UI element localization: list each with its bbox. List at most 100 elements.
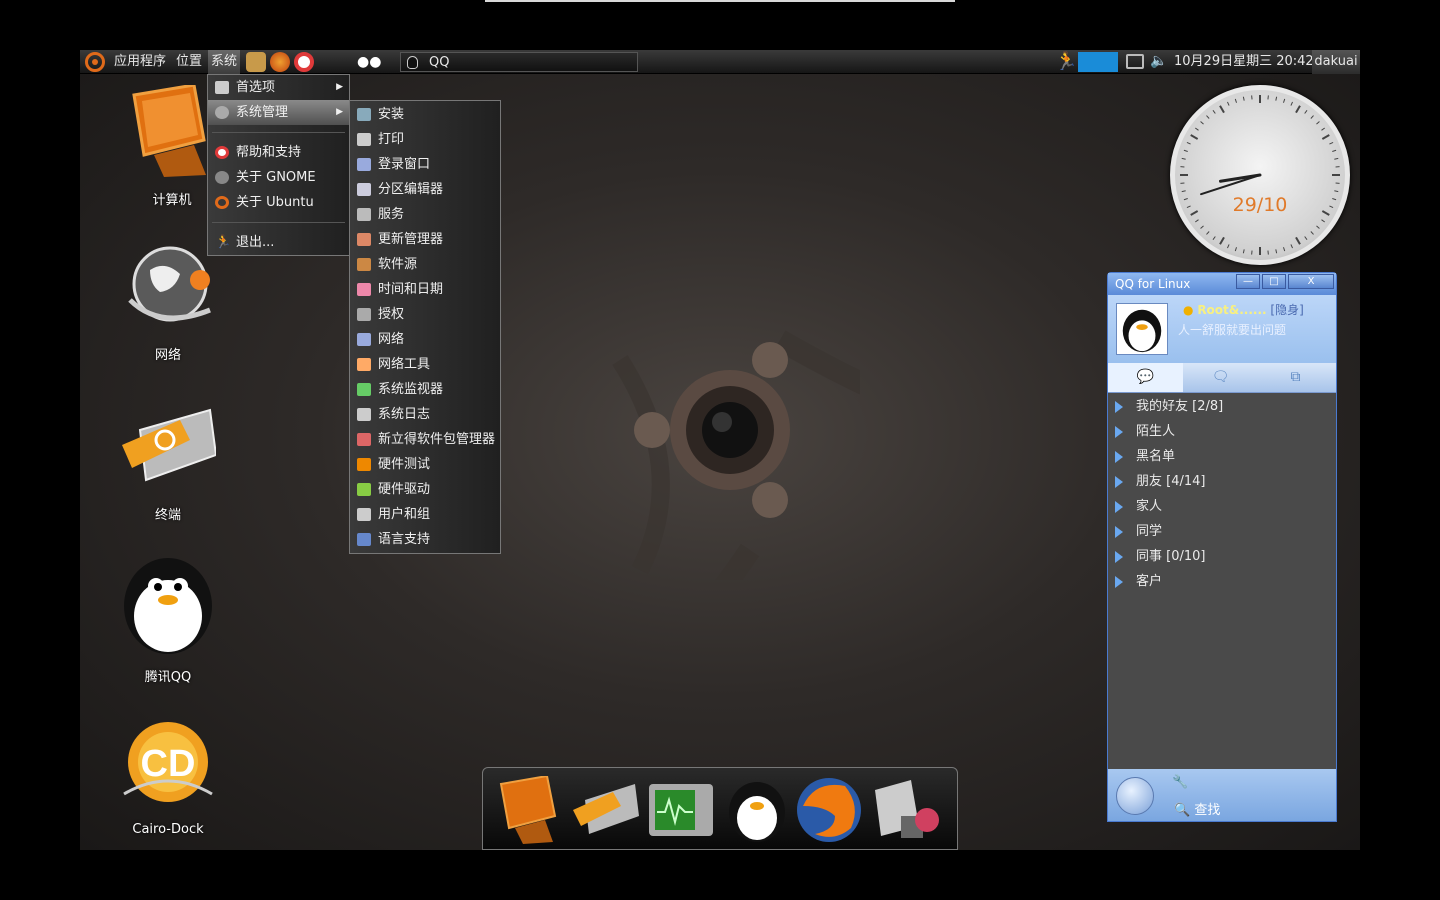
ubuntu-logo-icon[interactable]: [85, 52, 105, 72]
menu-item-admin[interactable]: 打印: [350, 127, 500, 152]
help-icon: [215, 146, 229, 159]
menu-item-admin[interactable]: 软件源: [350, 252, 500, 277]
desktop-icon-qq[interactable]: 腾讯QQ: [113, 550, 223, 685]
status-text[interactable]: [隐身]: [1270, 303, 1303, 317]
panel-clock[interactable]: 10月29日星期三 20:42: [1174, 50, 1314, 74]
dock-qq-icon[interactable]: [723, 776, 791, 844]
desktop-icon-label: 腾讯QQ: [144, 670, 192, 685]
login-window-icon: [357, 158, 371, 171]
menu-system[interactable]: 系统: [208, 50, 241, 74]
list-item[interactable]: 陌生人: [1108, 419, 1336, 444]
search-button[interactable]: 🔍 查找: [1174, 799, 1220, 818]
system-monitor-icon: [357, 383, 371, 396]
menu-item-help[interactable]: 帮助和支持: [208, 140, 349, 165]
printer-icon: [357, 133, 371, 146]
qq-bottom-bar: 🔧 🔍 查找: [1108, 769, 1336, 821]
clock-tick: [1310, 231, 1314, 235]
dock-computer-icon[interactable]: [495, 776, 563, 844]
avatar[interactable]: [1116, 303, 1168, 355]
menu-item-admin[interactable]: 登录窗口: [350, 152, 500, 177]
help-launcher-icon[interactable]: [294, 52, 314, 72]
menu-item-admin[interactable]: 分区编辑器: [350, 177, 500, 202]
list-item[interactable]: 黑名单: [1108, 444, 1336, 469]
expand-arrow-icon[interactable]: [1115, 426, 1123, 438]
menu-places[interactable]: 位置: [173, 50, 205, 74]
qq-signature[interactable]: 人一舒服就要出问题: [1178, 321, 1286, 338]
list-item[interactable]: 朋友 [4/14]: [1108, 469, 1336, 494]
expand-arrow-icon[interactable]: [1115, 476, 1123, 488]
menu-item-logout[interactable]: 🏃 退出...: [208, 230, 349, 255]
close-button[interactable]: X: [1288, 274, 1334, 289]
user-switcher[interactable]: dakuai: [1312, 50, 1360, 74]
menu-item-admin[interactable]: 新立得软件包管理器: [350, 427, 500, 452]
desktop-icon-network[interactable]: 网络: [113, 240, 223, 363]
list-item[interactable]: 我的好友 [2/8]: [1108, 394, 1336, 419]
qq-main-menu-button[interactable]: [1116, 777, 1154, 815]
language-support-icon: [357, 533, 371, 546]
expand-arrow-icon[interactable]: [1115, 451, 1123, 463]
list-item[interactable]: 同事 [0/10]: [1108, 544, 1336, 569]
tools-icon[interactable]: 🔧: [1172, 775, 1188, 790]
tab-groups[interactable]: 🗨: [1183, 363, 1258, 392]
dock-firefox-icon[interactable]: [795, 776, 863, 844]
dock-terminal-icon[interactable]: [571, 776, 639, 844]
menu-item-admin[interactable]: 网络工具: [350, 352, 500, 377]
menu-item-administration[interactable]: 系统管理 ▶: [208, 100, 349, 125]
minimize-button[interactable]: —: [1236, 274, 1260, 289]
ubuntu-logo-icon: [215, 196, 229, 209]
clock-tick: [1334, 190, 1339, 193]
desktop-icon-terminal[interactable]: 终端: [113, 400, 223, 523]
text-editor-launcher-icon[interactable]: [246, 52, 266, 72]
menu-item-admin[interactable]: 语言支持: [350, 527, 500, 552]
firefox-launcher-icon[interactable]: [270, 52, 290, 72]
clock-tick: [1186, 142, 1191, 145]
menu-item-admin[interactable]: 服务: [350, 202, 500, 227]
expand-arrow-icon[interactable]: [1115, 526, 1123, 538]
menu-item-admin[interactable]: 硬件测试: [350, 452, 500, 477]
submenu-arrow-icon: ▶: [336, 82, 343, 92]
running-man-icon: 🏃: [215, 235, 232, 250]
list-item[interactable]: 客户: [1108, 569, 1336, 594]
network-icon[interactable]: [1126, 54, 1144, 69]
menu-item-admin[interactable]: 授权: [350, 302, 500, 327]
menu-applications[interactable]: 应用程序: [111, 50, 169, 74]
expand-arrow-icon[interactable]: [1115, 501, 1123, 513]
menu-item-about-gnome[interactable]: 关于 GNOME: [208, 165, 349, 190]
menu-item-admin[interactable]: 硬件驱动: [350, 477, 500, 502]
status-icon[interactable]: ●: [1183, 303, 1193, 317]
screen: 应用程序 位置 系统 ●● QQ 🏃 🔈 10月29日星期三 20:42 dak…: [0, 0, 1440, 900]
dock-system-monitor-icon[interactable]: [647, 776, 715, 844]
desktop-icon-cairo-dock[interactable]: CD Cairo-Dock: [113, 718, 223, 837]
taskbar-qq[interactable]: QQ: [400, 52, 638, 72]
menu-item-admin[interactable]: 系统监视器: [350, 377, 500, 402]
list-item[interactable]: 家人: [1108, 494, 1336, 519]
menu-item-preferences[interactable]: 首选项 ▶: [208, 75, 349, 100]
dock-software-icon[interactable]: [871, 776, 939, 844]
menu-item-admin[interactable]: 系统日志: [350, 402, 500, 427]
menu-item-admin[interactable]: 更新管理器: [350, 227, 500, 252]
expand-arrow-icon[interactable]: [1115, 551, 1123, 563]
menu-item-admin[interactable]: 用户和组: [350, 502, 500, 527]
expand-arrow-icon[interactable]: [1115, 401, 1123, 413]
qq-profile: ● Root&...... [隐身] 人一舒服就要出问题: [1108, 295, 1336, 363]
clock-tick: [1321, 127, 1326, 131]
running-man-icon[interactable]: 🏃: [1055, 52, 1077, 72]
desktop[interactable]: 应用程序 位置 系统 ●● QQ 🏃 🔈 10月29日星期三 20:42 dak…: [80, 50, 1360, 850]
tab-contacts[interactable]: 💬: [1108, 363, 1183, 392]
menu-item-admin[interactable]: 时间和日期: [350, 277, 500, 302]
network-applet[interactable]: [1078, 52, 1118, 72]
list-item[interactable]: 同学: [1108, 519, 1336, 544]
services-icon: [357, 208, 371, 221]
menu-item-about-ubuntu[interactable]: 关于 Ubuntu: [208, 190, 349, 215]
expand-arrow-icon[interactable]: [1115, 576, 1123, 588]
clock-tick: [1181, 157, 1186, 160]
qq-nickname[interactable]: ● Root&...... [隐身]: [1183, 301, 1304, 318]
clock-tick: [1200, 225, 1204, 229]
qq-titlebar[interactable]: QQ for Linux — □ X: [1108, 273, 1336, 295]
tab-recent[interactable]: ⧉: [1258, 363, 1333, 392]
menu-item-admin[interactable]: 安装: [350, 102, 500, 127]
clock-date: 29/10: [1232, 194, 1288, 216]
menu-item-admin[interactable]: 网络: [350, 327, 500, 352]
volume-icon[interactable]: 🔈: [1150, 53, 1167, 69]
maximize-button[interactable]: □: [1262, 274, 1286, 289]
